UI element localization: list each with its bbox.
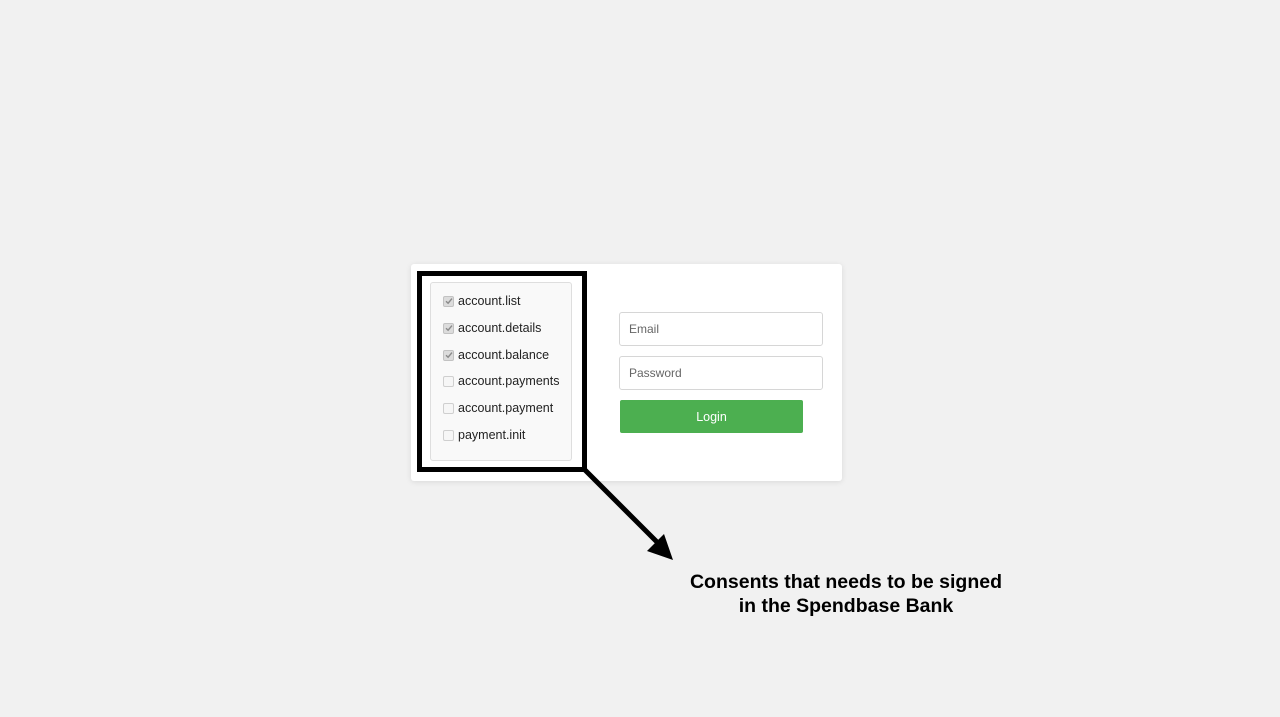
checkmark-icon	[445, 325, 453, 332]
consent-item-account-list[interactable]: account.list	[443, 293, 521, 309]
annotation-line-1: Consents that needs to be signed	[689, 571, 1003, 593]
consents-panel: account.list account.details account.bal…	[430, 282, 572, 461]
consent-item-account-details[interactable]: account.details	[443, 320, 541, 336]
consent-item-payment-init[interactable]: payment.init	[443, 427, 525, 443]
consent-item-account-payment[interactable]: account.payment	[443, 400, 553, 416]
consent-item-account-payments[interactable]: account.payments	[443, 373, 559, 389]
consent-checkbox[interactable]	[443, 349, 454, 361]
consent-checkbox[interactable]	[443, 402, 454, 414]
consent-label: account.payment	[458, 401, 554, 415]
email-input[interactable]	[619, 312, 823, 346]
consent-label: payment.init	[458, 428, 526, 442]
login-card: account.list account.details account.bal…	[411, 264, 842, 481]
consent-label: account.payments	[458, 374, 560, 388]
password-input[interactable]	[619, 356, 823, 390]
consent-label: account.details	[458, 321, 542, 335]
checkmark-icon	[445, 298, 453, 305]
consent-checkbox[interactable]	[443, 295, 454, 307]
consent-checkbox[interactable]	[443, 375, 454, 387]
login-button[interactable]: Login	[620, 400, 803, 433]
consent-label: account.balance	[458, 348, 550, 362]
consent-checkbox[interactable]	[443, 429, 454, 441]
annotation-line-2: in the Spendbase Bank	[738, 595, 954, 617]
consent-item-account-balance[interactable]: account.balance	[443, 347, 549, 363]
annotation-caption: Consents that needs to be signed in the …	[666, 570, 1026, 618]
consent-checkbox[interactable]	[443, 322, 454, 334]
consent-label: account.list	[458, 294, 521, 308]
checkmark-icon	[445, 352, 453, 359]
